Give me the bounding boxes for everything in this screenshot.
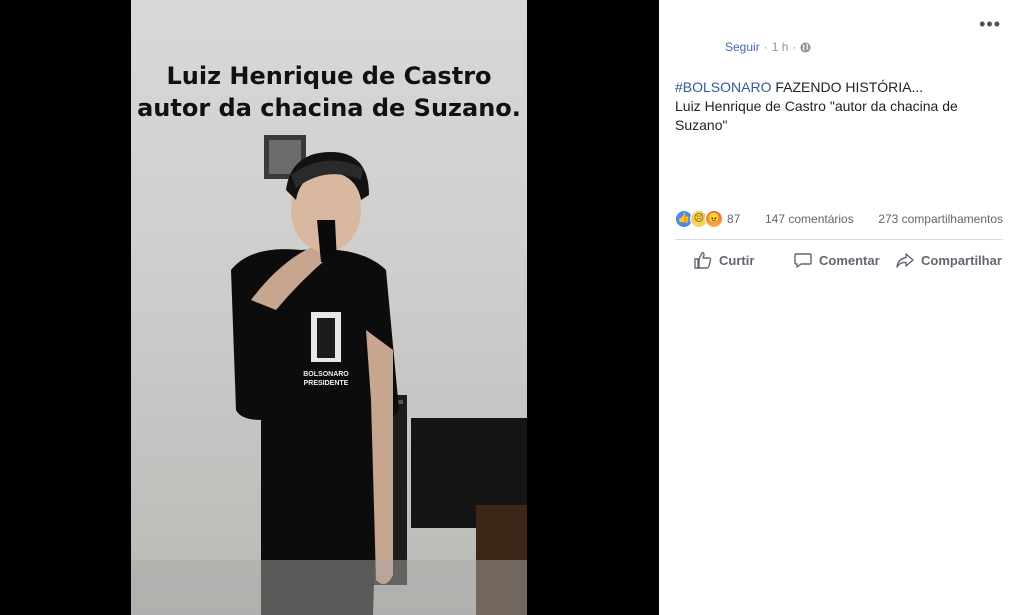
like-label: Curtir xyxy=(719,252,755,268)
post-text: #BOLSONARO FAZENDO HISTÓRIA... Luiz Henr… xyxy=(675,78,995,135)
actions-divider xyxy=(675,239,1003,240)
shirt-text-1: BOLSONARO xyxy=(303,371,349,378)
action-bar: Curtir Comentar Compartilhar xyxy=(675,246,1003,274)
share-button[interactable]: Compartilhar xyxy=(895,246,1002,274)
post-text-line-2: Luiz Henrique de Castro "autor da chacin… xyxy=(675,98,958,133)
reactions-summary[interactable]: 👍 ☹ 😠 87 xyxy=(675,210,740,228)
share-label: Compartilhar xyxy=(921,252,1002,268)
caption-line-1: Luiz Henrique de Castro xyxy=(166,62,492,90)
comment-icon xyxy=(794,253,812,268)
photo-viewer: BOLSONARO PRESIDENTE Luiz Henrique de Ca… xyxy=(0,0,659,615)
meta-separator-2: · xyxy=(792,40,797,54)
thumbs-up-icon xyxy=(694,252,712,269)
post-photo[interactable]: BOLSONARO PRESIDENTE Luiz Henrique de Ca… xyxy=(131,0,527,615)
comment-button[interactable]: Comentar xyxy=(793,246,880,274)
shirt-text-2: PRESIDENTE xyxy=(304,380,349,387)
post-side-panel: ••• Seguir · 1 h · #BOLSONARO FAZENDO HI… xyxy=(659,0,1019,615)
comment-label: Comentar xyxy=(819,252,880,268)
follow-link[interactable]: Seguir xyxy=(725,40,760,54)
post-stats: 👍 ☹ 😠 87 147 comentários 273 compartilha… xyxy=(675,210,1003,228)
meta-separator: · xyxy=(763,40,768,54)
share-icon xyxy=(896,253,914,268)
angry-icon: 😠 xyxy=(705,210,723,228)
caption-line-2: autor da chacina de Suzano. xyxy=(137,94,521,122)
post-text-line-1: FAZENDO HISTÓRIA... xyxy=(771,79,924,95)
hashtag-link[interactable]: #BOLSONARO xyxy=(675,79,771,95)
reaction-count: 87 xyxy=(727,212,741,226)
post-time[interactable]: 1 h xyxy=(772,40,789,54)
shares-count[interactable]: 273 compartilhamentos xyxy=(878,212,1003,226)
comments-count[interactable]: 147 comentários xyxy=(765,212,854,226)
more-options-icon[interactable]: ••• xyxy=(979,14,1001,35)
photo-caption: Luiz Henrique de Castro autor da chacina… xyxy=(131,60,527,124)
globe-icon[interactable] xyxy=(800,41,811,53)
like-button[interactable]: Curtir xyxy=(693,246,754,274)
post-meta: Seguir · 1 h · xyxy=(725,40,811,54)
